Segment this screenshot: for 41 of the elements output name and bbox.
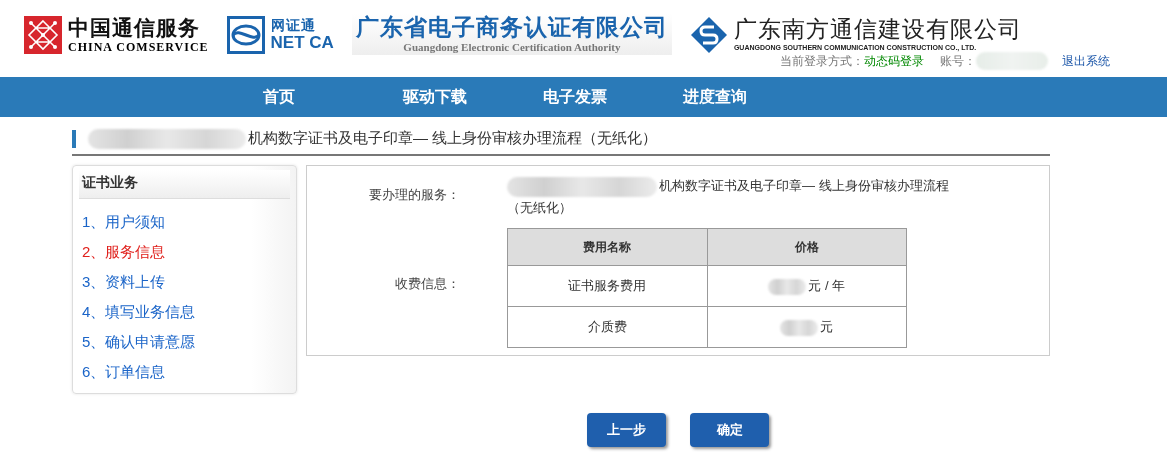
nav-link[interactable]: 进度查询 (683, 86, 823, 108)
lattice-logo-icon (24, 15, 62, 54)
table-cell: 证书服务费用 (568, 278, 647, 294)
sidebar-item[interactable]: 1、用户须知 (79, 207, 290, 238)
column-header: 价格 (707, 228, 907, 266)
company-name: 广东南方通信建设有限公司 (733, 18, 1022, 41)
table-cell: 介质费 (587, 319, 627, 335)
step-button[interactable]: 上一步 (587, 413, 666, 448)
page-title: 机构数字证书及电子印章— 线上身份审核办理流程（无纸化） (248, 129, 658, 146)
column-header: 费用名称 (507, 228, 707, 266)
netca-logo-icon (226, 15, 265, 54)
diamond-logo-icon (689, 15, 728, 54)
sidebar-item[interactable]: 3、资料上传 (79, 267, 290, 298)
title-marker (72, 130, 76, 148)
field-label: 收费信息： (394, 274, 461, 293)
logout-link[interactable]: 退出系统 (1062, 52, 1110, 70)
account-label: 账号： (940, 52, 976, 70)
step-button[interactable]: 确定 (690, 413, 769, 448)
company-name: 广东省电子商务认证有限公司 (355, 16, 668, 39)
sidebar-item[interactable]: 2、服务信息 (79, 237, 290, 268)
redacted-blur (976, 52, 1048, 70)
table-cell: 元 / 年 (808, 278, 846, 294)
nav-link[interactable]: 首页 (263, 86, 403, 108)
login-method-label: 当前登录方式： (780, 52, 864, 70)
table-cell: 元 (820, 319, 834, 335)
sidebar-item[interactable]: 6、订单信息 (79, 357, 290, 388)
sidebar-item[interactable]: 5、确认申请意愿 (79, 327, 290, 358)
company-subtitle: CHINA COMSERVICE (68, 40, 209, 53)
nav-link[interactable]: 电子发票 (543, 86, 683, 108)
redacted-blur (780, 319, 819, 336)
redacted-blur (768, 278, 807, 295)
company-name: 中国通信服务 (68, 16, 201, 38)
company-name: 网证通 (270, 18, 317, 32)
company-subtitle: NET CA (270, 34, 334, 51)
company-subtitle: Guangdong Electronic Certification Authority (402, 42, 622, 53)
login-method: 动态码登录 (864, 52, 924, 70)
nav-link[interactable]: 驱动下载 (403, 86, 543, 108)
sidebar-title: 证书业务 (79, 170, 290, 200)
sidebar-item[interactable]: 4、填写业务信息 (79, 297, 290, 328)
field-label: 要办理的服务： (368, 186, 461, 205)
service-name: 机构数字证书及电子印章— 线上身份审核办理流程（无纸化） (507, 175, 967, 220)
